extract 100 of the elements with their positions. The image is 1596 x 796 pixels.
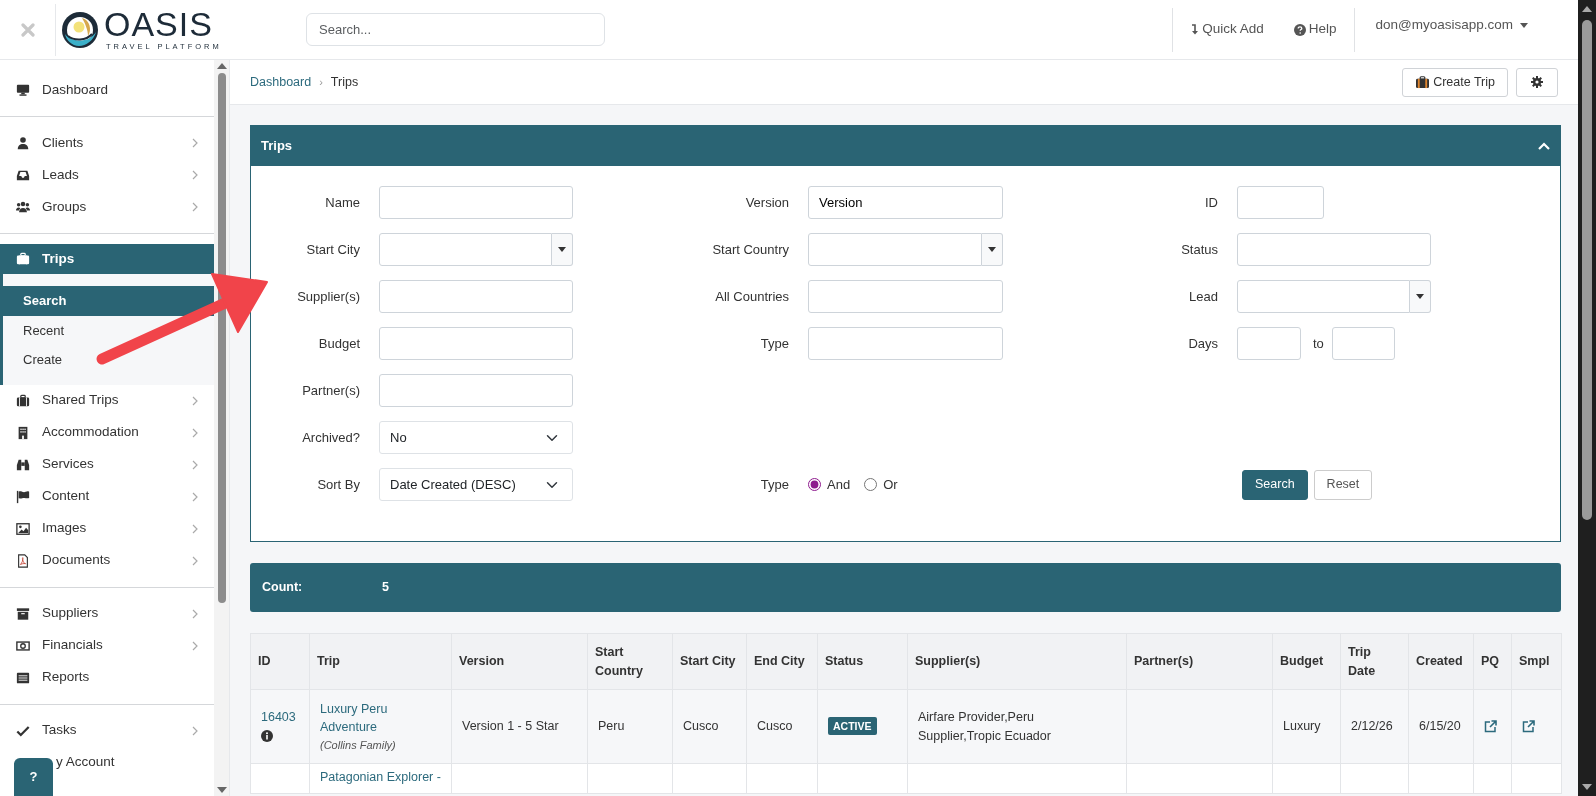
submenu-item[interactable]: Create — [3, 345, 214, 375]
help-link[interactable]: Help — [1293, 19, 1337, 40]
radio-label: And — [827, 475, 851, 494]
caret-icon — [557, 247, 566, 252]
dropdown-button[interactable] — [981, 233, 1003, 266]
sidebar-item[interactable]: Dashboard — [0, 74, 214, 106]
create-trip-button[interactable]: Create Trip — [1402, 67, 1508, 97]
count-label: Count: — [262, 579, 304, 597]
chevron-right-icon — [192, 459, 198, 470]
sidebar-item[interactable]: Trips — [0, 244, 214, 274]
page-scrollbar[interactable] — [1578, 0, 1596, 796]
trip-id-link[interactable]: 16403 — [261, 709, 296, 724]
field-label: Archived? — [302, 429, 360, 445]
field-label: Partner(s) — [302, 382, 360, 398]
column-header: Status — [817, 633, 908, 690]
column-header: End City — [746, 633, 818, 690]
text-field[interactable] — [1237, 327, 1301, 360]
dropdown-field[interactable]: Date Created (DESC) — [379, 468, 573, 501]
sidebar-item[interactable]: Accommodation — [0, 416, 214, 449]
chevron-right-icon — [192, 395, 198, 406]
image-icon — [16, 521, 30, 536]
sidebar-scrollbar[interactable] — [214, 60, 230, 796]
search-field[interactable]: Search... — [306, 13, 605, 46]
reset-button[interactable]: Reset — [1313, 469, 1373, 500]
dropdown-field[interactable]: No — [379, 421, 573, 454]
text-field[interactable] — [379, 327, 573, 360]
radio-button[interactable] — [808, 478, 821, 491]
column-header: Partner(s) — [1126, 633, 1273, 690]
text-field[interactable] — [379, 186, 573, 219]
column-header: Budget — [1272, 633, 1341, 690]
text-field[interactable] — [808, 280, 1003, 313]
field-label: Supplier(s) — [297, 288, 360, 304]
sidebar-item[interactable]: y Account — [54, 746, 214, 779]
chevron-right-icon — [192, 725, 198, 736]
trip-link[interactable]: Luxury Peru Adventure — [320, 699, 441, 737]
settings-button[interactable] — [1516, 67, 1558, 97]
sidebar-item[interactable]: Groups — [0, 191, 214, 223]
submenu-item[interactable]: Search — [3, 286, 214, 316]
dropdown-button[interactable] — [551, 233, 573, 266]
text-field[interactable] — [1237, 233, 1431, 266]
radio-label: Or — [883, 475, 898, 494]
close-icon[interactable] — [20, 22, 35, 37]
chevron-right-icon — [192, 608, 198, 619]
sidebar-item[interactable]: Suppliers — [0, 597, 214, 630]
text-field[interactable] — [1237, 186, 1324, 219]
document-icon — [16, 553, 30, 568]
quick-add-link[interactable]: Quick Add — [1191, 19, 1264, 40]
text-field[interactable] — [379, 233, 552, 266]
sidebar-item[interactable]: Financials — [0, 629, 214, 662]
text-field[interactable] — [808, 327, 1003, 360]
external-link-icon[interactable] — [1484, 720, 1497, 734]
chevron-right-icon — [192, 523, 198, 534]
sidebar-item[interactable]: Documents — [0, 544, 214, 577]
chevron-right-icon — [192, 427, 198, 438]
sidebar-item[interactable]: Services — [0, 448, 214, 481]
chevron-up-icon[interactable] — [1538, 142, 1550, 150]
user-menu[interactable]: don@myoasisapp.com — [1375, 15, 1528, 36]
field-label: ID — [1205, 194, 1218, 210]
status-badge: ACTIVE — [828, 717, 877, 736]
caret-icon — [987, 247, 996, 252]
text-field[interactable] — [379, 280, 573, 313]
sidebar-item[interactable]: Leads — [0, 159, 214, 191]
panel-title: Trips — [261, 137, 293, 156]
text-field[interactable] — [808, 233, 982, 266]
table-cell: Cusco — [746, 689, 818, 764]
field-label: Type — [760, 335, 789, 351]
binoculars-icon — [16, 457, 30, 472]
submenu-item[interactable]: Recent — [3, 315, 214, 345]
column-header: PQ — [1473, 633, 1512, 690]
field-label: Status — [1181, 241, 1218, 257]
caret-icon — [1520, 23, 1528, 28]
column-header: Start Country — [587, 633, 673, 690]
sidebar-item[interactable]: Clients — [0, 127, 214, 159]
text-field[interactable] — [379, 374, 573, 407]
table-cell: 6/15/20 — [1408, 689, 1474, 764]
field-label: Budget — [318, 335, 360, 351]
banknote-icon — [16, 638, 30, 653]
radio-button[interactable] — [864, 478, 878, 491]
field-label: Start Country — [712, 241, 789, 257]
column-header: Created — [1408, 633, 1474, 690]
user-icon — [16, 136, 30, 150]
text-field[interactable] — [1237, 280, 1410, 313]
field-label: Version — [745, 194, 789, 210]
breadcrumb-link[interactable]: Dashboard — [250, 72, 312, 92]
sidebar-item[interactable]: Shared Trips — [0, 384, 214, 417]
external-link-icon[interactable] — [1522, 720, 1535, 734]
info-icon[interactable] — [261, 730, 273, 743]
text-field[interactable]: Version — [808, 186, 1003, 219]
sidebar-item[interactable]: Reports — [0, 661, 214, 694]
search-button[interactable]: Search — [1242, 469, 1308, 500]
building-icon — [16, 425, 30, 440]
table-cell: Version 1 - 5 Star — [451, 689, 588, 764]
text-field[interactable] — [1331, 327, 1395, 360]
dropdown-button[interactable] — [1409, 280, 1431, 313]
chevron-right-icon — [192, 555, 198, 566]
sidebar-item[interactable]: Tasks — [0, 714, 214, 747]
sidebar-item[interactable]: Content — [0, 480, 214, 513]
suitcase-icon — [16, 252, 30, 266]
sidebar-item[interactable]: Images — [0, 512, 214, 545]
help-button[interactable]: ? — [14, 758, 53, 796]
